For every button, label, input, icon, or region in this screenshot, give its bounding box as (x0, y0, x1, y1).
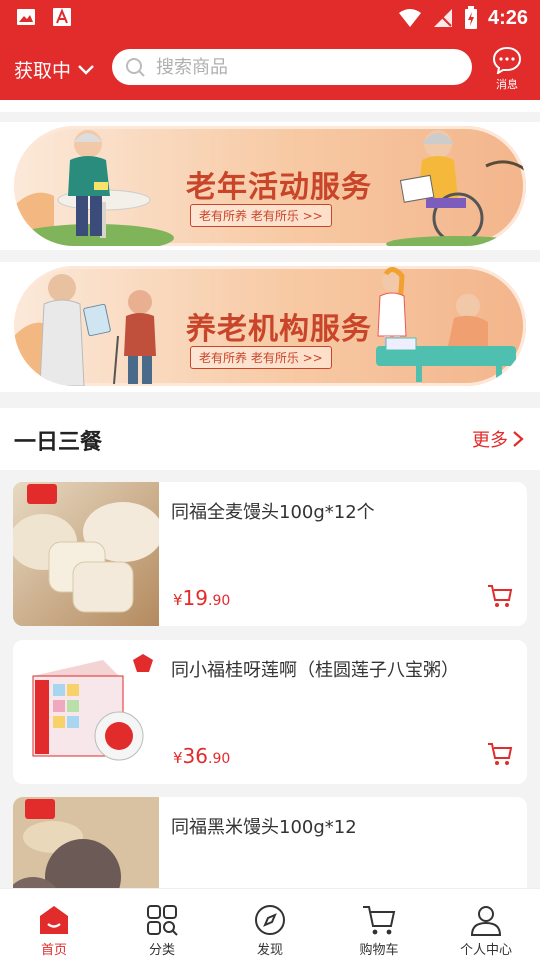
status-bar: 4:26 (0, 0, 540, 36)
category-icon (147, 905, 178, 936)
price-decimal: .90 (208, 751, 231, 767)
bottom-tab-bar: 首页 分类 发现 购物车 个人中心 (0, 888, 540, 961)
clock: 4:26 (487, 6, 528, 29)
banner-container-1: 老年活动服务 老有所养 老有所乐 >> (0, 122, 540, 250)
search-input[interactable] (154, 55, 458, 79)
elderly-care-institution-banner[interactable]: 养老机构服务 老有所养 老有所乐 >> (14, 266, 526, 386)
price-integer: 36 (182, 744, 208, 768)
price-symbol: ¥ (173, 591, 183, 609)
add-to-cart-icon[interactable] (487, 584, 513, 608)
tab-profile[interactable]: 个人中心 (446, 889, 526, 958)
location-label: 获取中 (14, 60, 72, 82)
wheelchair-grandma-illustration (386, 130, 526, 246)
message-button[interactable]: 消息 (490, 46, 524, 92)
add-to-cart-icon[interactable] (487, 742, 513, 766)
user-icon (470, 906, 502, 936)
product-image-wholewheat-bun (13, 482, 159, 626)
banner-title: 养老机构服务 (186, 312, 372, 347)
product-image-longan-porridge (13, 640, 159, 784)
elderly-tea-illustration (14, 130, 174, 246)
home-icon (40, 906, 68, 934)
search-icon (126, 58, 145, 77)
search-bar[interactable] (112, 49, 472, 85)
product-title: 同福全麦馒头100g*12个 (171, 502, 375, 523)
tab-discover[interactable]: 发现 (230, 889, 310, 958)
product-card[interactable]: 同福全麦馒头100g*12个 ¥19.90 (13, 482, 527, 626)
banner-subtitle: 老有所养 老有所乐 >> (190, 204, 332, 227)
chat-bubble-icon (492, 46, 522, 76)
message-label: 消息 (496, 78, 518, 91)
tab-label: 首页 (40, 943, 67, 958)
more-label: 更多 (472, 430, 508, 451)
location-selector[interactable]: 获取中 (14, 56, 95, 83)
nursing-bed-illustration (376, 267, 516, 382)
banner-container-2: 养老机构服务 老有所养 老有所乐 >> (0, 262, 540, 392)
top-stripe (0, 100, 540, 112)
compass-icon (255, 905, 285, 935)
product-price: ¥19.90 (173, 586, 230, 610)
tab-home[interactable]: 首页 (14, 889, 94, 958)
product-title: 同福黑米馒头100g*12 (171, 817, 357, 838)
top-bar: 获取中 消息 (0, 36, 540, 100)
product-title: 同小福桂呀莲啊（桂圆莲子八宝粥） (171, 660, 459, 681)
tab-label: 分类 (148, 943, 175, 958)
banner-title: 老年活动服务 (186, 170, 372, 205)
tab-label: 发现 (256, 943, 283, 958)
cart-icon (363, 906, 396, 935)
more-link[interactable]: 更多 (472, 426, 524, 452)
price-decimal: .90 (208, 593, 231, 609)
tab-cart[interactable]: 购物车 (339, 889, 419, 958)
section-title: 一日三餐 (14, 430, 103, 455)
product-card[interactable]: 同小福桂呀莲啊（桂圆莲子八宝粥） ¥36.90 (13, 640, 527, 784)
banner-subtitle: 老有所养 老有所乐 >> (190, 346, 332, 369)
meals-section-header: 一日三餐 更多 (0, 408, 540, 470)
elderly-activity-banner[interactable]: 老年活动服务 老有所养 老有所乐 >> (14, 126, 526, 246)
battery-icon (464, 6, 477, 29)
wifi-icon (398, 9, 421, 27)
tab-label: 个人中心 (459, 943, 512, 958)
chevron-down-icon (78, 64, 94, 75)
no-signal-icon (433, 9, 452, 27)
price-integer: 19 (182, 586, 208, 610)
doctor-elderly-illustration (14, 274, 156, 386)
gallery-icon (17, 9, 35, 25)
tab-category[interactable]: 分类 (122, 889, 202, 958)
product-price: ¥36.90 (173, 744, 230, 768)
app-notification-icon (53, 8, 71, 26)
tab-label: 购物车 (359, 943, 399, 958)
price-symbol: ¥ (173, 749, 183, 767)
chevron-right-icon (513, 431, 524, 447)
